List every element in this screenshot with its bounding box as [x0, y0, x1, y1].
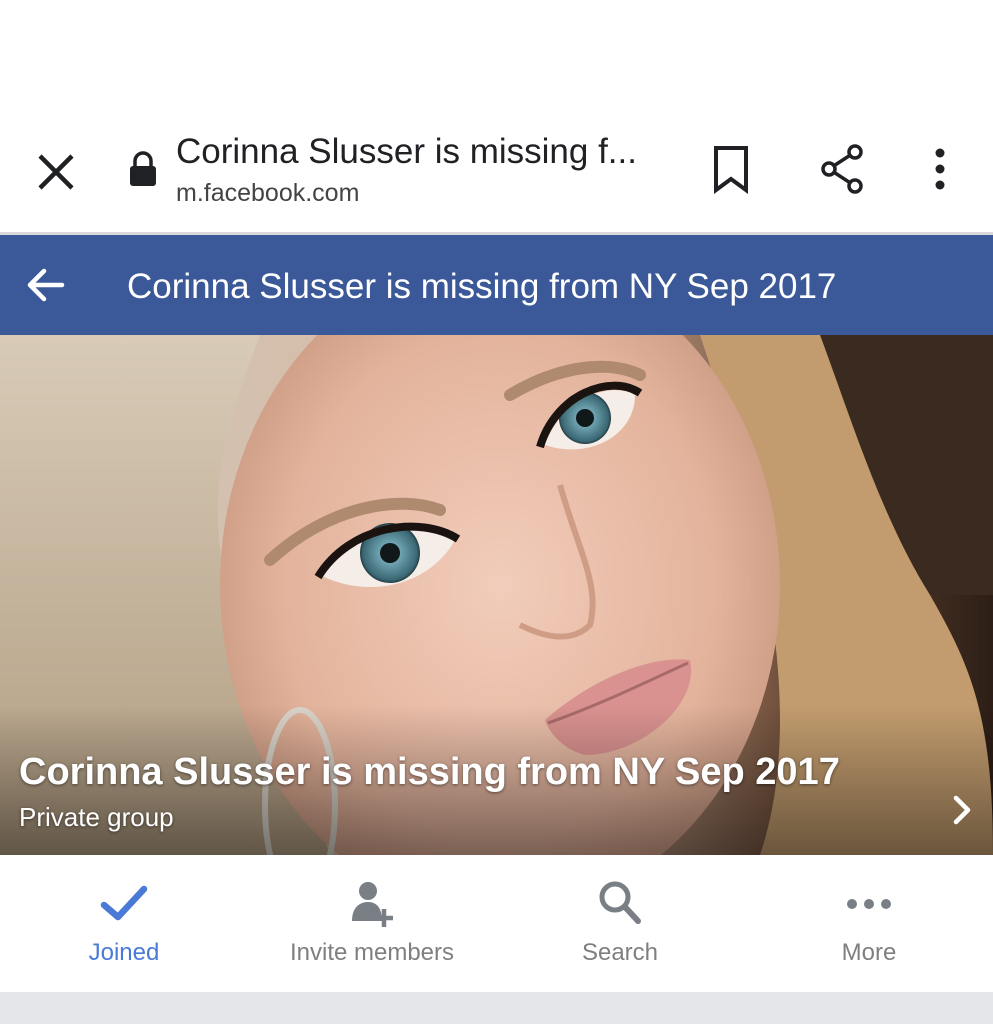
status-area — [0, 0, 993, 120]
group-header: Corinna Slusser is missing from NY Sep 2… — [0, 235, 993, 335]
bookmark-button[interactable] — [706, 142, 756, 196]
lock-icon — [128, 151, 158, 187]
more-options-button[interactable] — [918, 142, 962, 196]
close-button[interactable] — [30, 146, 82, 198]
page: Corinna Slusser is missing f... m.facebo… — [0, 0, 993, 1024]
tab-title: Corinna Slusser is missing f... — [176, 132, 637, 171]
more-horiz-icon — [847, 899, 891, 909]
back-button[interactable] — [20, 263, 72, 307]
close-icon — [38, 154, 74, 190]
more-label: More — [841, 939, 897, 966]
arrow-left-icon — [27, 268, 65, 302]
more-vert-icon — [935, 148, 945, 190]
joined-label: Joined — [88, 939, 160, 966]
check-icon — [100, 885, 148, 921]
invite-members-label: Invite members — [289, 939, 455, 966]
chevron-right-icon — [948, 793, 976, 827]
search-label: Search — [581, 939, 659, 966]
invite-members-button[interactable]: Invite members — [248, 855, 496, 992]
group-cover[interactable]: Corinna Slusser is missing from NY Sep 2… — [0, 335, 993, 855]
search-icon — [599, 881, 641, 924]
browser-toolbar: Corinna Slusser is missing f... m.facebo… — [0, 120, 993, 232]
bookmark-icon — [714, 146, 748, 194]
joined-button[interactable]: Joined — [0, 855, 248, 992]
tab-url: m.facebook.com — [176, 179, 360, 207]
header-title: Corinna Slusser is missing from NY Sep 2… — [127, 267, 837, 306]
group-privacy: Private group — [19, 802, 174, 832]
content-separator — [0, 992, 993, 1024]
share-button[interactable] — [812, 142, 872, 196]
more-button[interactable]: More — [745, 855, 993, 992]
share-icon — [821, 144, 863, 194]
group-action-bar: Joined Invite members Search More — [0, 855, 993, 992]
add-person-icon — [352, 882, 393, 927]
search-button[interactable]: Search — [496, 855, 744, 992]
group-name: Corinna Slusser is missing from NY Sep 2… — [19, 751, 840, 793]
